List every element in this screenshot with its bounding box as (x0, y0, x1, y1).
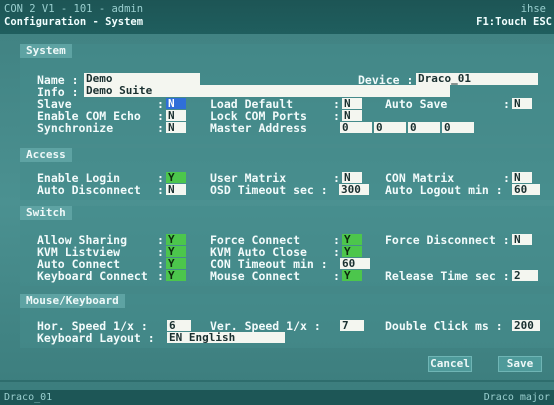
master-address-octet-1[interactable]: 0 (340, 122, 372, 133)
force-disconnect-label: Force Disconnect : (385, 233, 510, 247)
keyboard-connect-label: Keyboard Connect (37, 269, 148, 283)
slave-toggle[interactable]: N (166, 98, 186, 109)
section-access: Access (20, 148, 72, 162)
hor-speed-field[interactable]: 6 (167, 320, 191, 331)
brand-label: ihse (520, 3, 546, 15)
osd-screen: CON 2 V1 - 101 - admin ihse Configuratio… (0, 0, 554, 405)
shortcut-hint: F1:Touch ESC (476, 16, 552, 28)
status-left: Draco_01 (4, 392, 53, 403)
enable-login-toggle[interactable]: Y (166, 172, 186, 183)
title-bar: CON 2 V1 - 101 - admin ihse Configuratio… (0, 0, 554, 34)
keyboard-layout-label: Keyboard Layout : (37, 331, 155, 345)
cancel-button[interactable]: Cancel (428, 356, 472, 372)
release-time-label: Release Time sec : (385, 269, 510, 283)
page-title: Configuration - System (4, 16, 144, 28)
auto-logout-field[interactable]: 60 (512, 184, 540, 195)
double-click-field[interactable]: 200 (512, 320, 540, 331)
save-button[interactable]: Save (498, 356, 542, 372)
window-title: CON 2 V1 - 101 - admin (4, 3, 144, 15)
synchronize-toggle[interactable]: N (166, 122, 186, 133)
osd-timeout-field[interactable]: 300 (339, 184, 369, 195)
kvm-auto-close-toggle[interactable]: Y (342, 246, 362, 257)
section-system: System (20, 44, 72, 58)
auto-disconnect-label: Auto Disconnect (37, 183, 141, 197)
auto-save-toggle[interactable]: N (512, 98, 532, 109)
section-switch: Switch (20, 206, 72, 220)
allow-sharing-toggle[interactable]: Y (166, 234, 186, 245)
auto-disconnect-toggle[interactable]: N (166, 184, 186, 195)
ver-speed-field[interactable]: 7 (340, 320, 364, 331)
mouse-connect-label: Mouse Connect (210, 269, 301, 283)
info-field[interactable]: Demo Suite (84, 85, 450, 97)
con-matrix-toggle[interactable]: N (512, 172, 532, 183)
section-mouse-keyboard: Mouse/Keyboard (20, 294, 125, 308)
synchronize-label: Synchronize (37, 121, 114, 135)
osd-timeout-label: OSD Timeout sec : (210, 183, 328, 197)
release-time-field[interactable]: 2 (512, 270, 538, 281)
keyboard-layout-select[interactable]: EN English (167, 332, 285, 343)
status-right: Draco major (483, 392, 550, 403)
force-connect-toggle[interactable]: Y (342, 234, 362, 245)
master-address-octet-2[interactable]: 0 (374, 122, 406, 133)
device-field[interactable]: Draco_01 (416, 73, 538, 85)
user-matrix-toggle[interactable]: N (342, 172, 362, 183)
keyboard-connect-toggle[interactable]: Y (166, 270, 186, 281)
master-address-octet-4[interactable]: 0 (442, 122, 474, 133)
con-timeout-field[interactable]: 60 (340, 258, 370, 269)
auto-save-label: Auto Save (385, 97, 448, 111)
enable-com-echo-toggle[interactable]: N (166, 110, 186, 121)
auto-logout-label: Auto Logout min : (385, 183, 503, 197)
mouse-connect-toggle[interactable]: Y (342, 270, 362, 281)
auto-connect-toggle[interactable]: Y (166, 258, 186, 269)
load-default-toggle[interactable]: N (342, 98, 362, 109)
double-click-label: Double Click ms : (385, 319, 503, 333)
force-disconnect-toggle[interactable]: N (512, 234, 532, 245)
status-bar: Draco_01 Draco major (0, 390, 554, 405)
master-address-label: Master Address (210, 121, 307, 135)
kvm-listview-toggle[interactable]: Y (166, 246, 186, 257)
master-address-octet-3[interactable]: 0 (408, 122, 440, 133)
divider (0, 380, 554, 382)
lock-com-ports-toggle[interactable]: N (342, 110, 362, 121)
